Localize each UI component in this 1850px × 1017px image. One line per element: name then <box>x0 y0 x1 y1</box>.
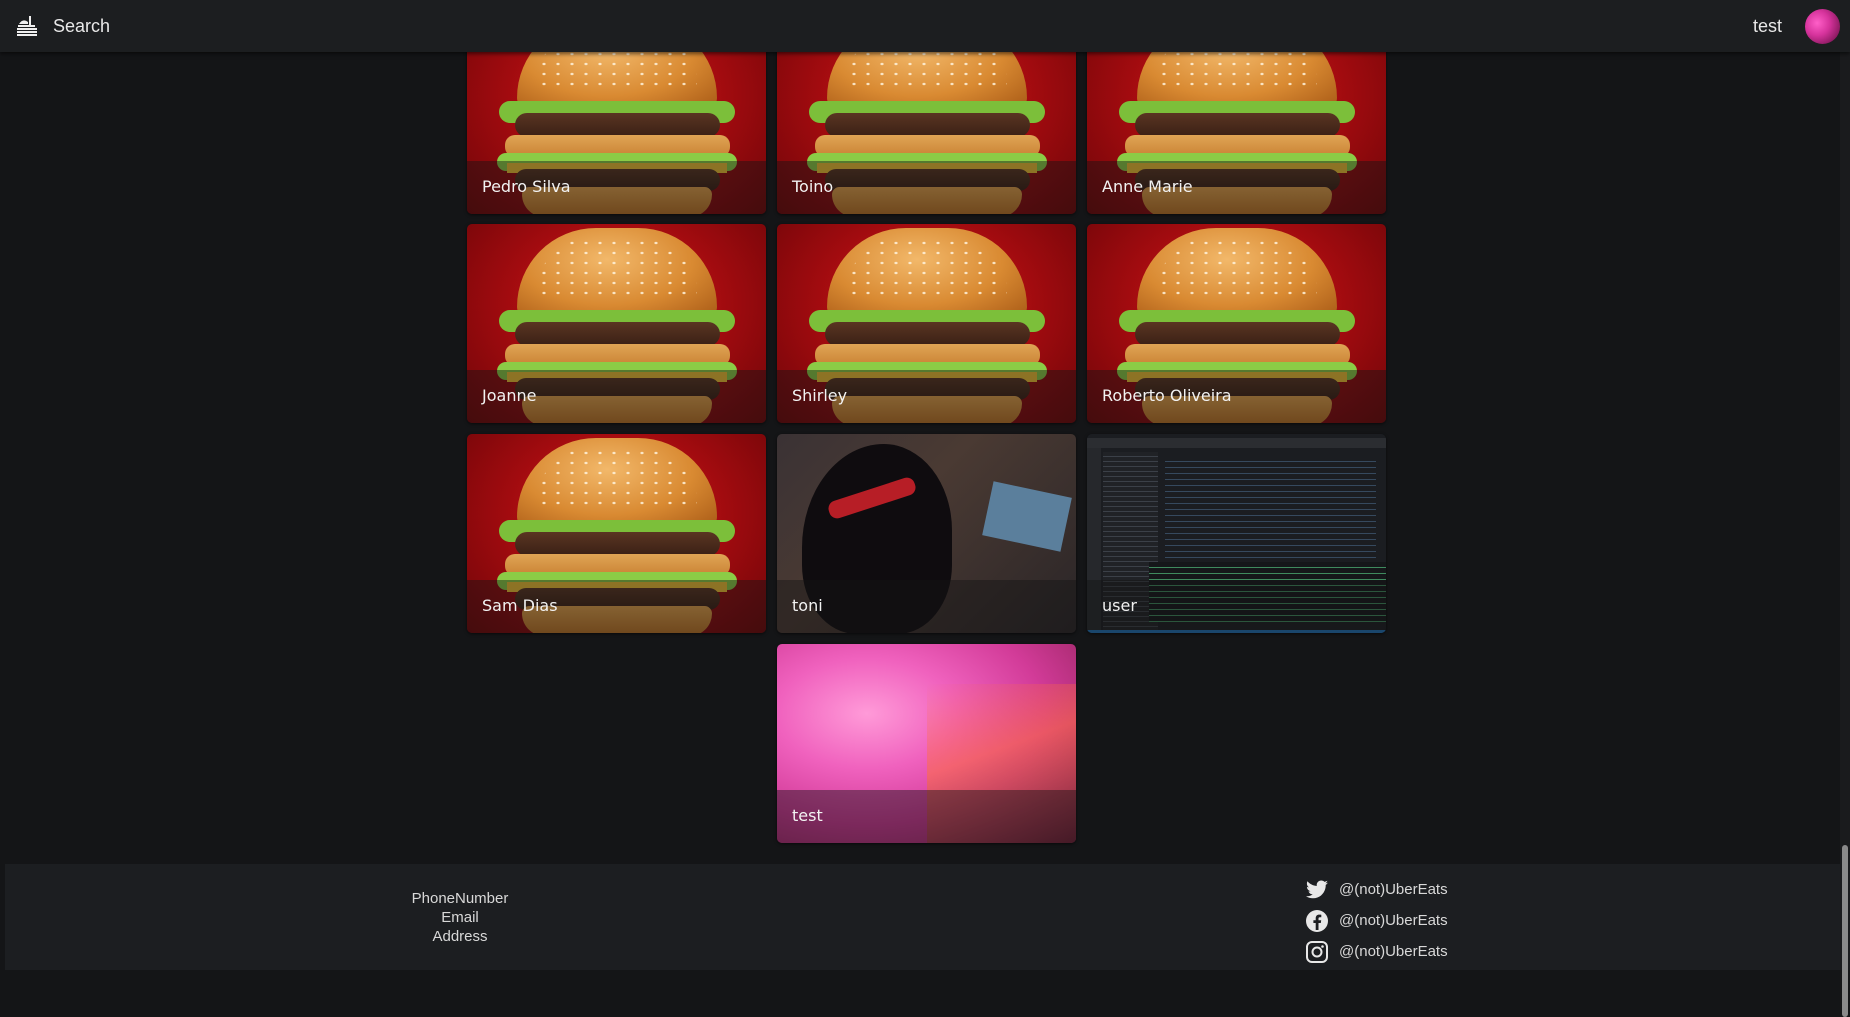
page-footer: PhoneNumber Email Address @(not)UberEats… <box>5 864 1840 970</box>
phone-number: PhoneNumber <box>411 890 509 907</box>
restaurant-name: user <box>1102 596 1137 615</box>
restaurant-name: test <box>792 806 823 825</box>
restaurant-name: Pedro Silva <box>482 177 571 196</box>
twitter-handle: @(not)UberEats <box>1339 881 1448 898</box>
instagram-handle: @(not)UberEats <box>1339 943 1448 960</box>
restaurant-name: toni <box>792 596 823 615</box>
contact-info: PhoneNumber Email Address <box>412 889 509 946</box>
restaurant-card[interactable]: toni <box>777 434 1076 633</box>
restaurant-card[interactable]: test <box>777 644 1076 843</box>
facebook-handle: @(not)UberEats <box>1339 912 1448 929</box>
search-link[interactable]: Search <box>53 16 110 37</box>
restaurant-card[interactable]: Shirley <box>777 224 1076 423</box>
address: Address <box>432 928 488 945</box>
social-links: @(not)UberEats @(not)UberEats @(not)Uber… <box>1305 874 1448 967</box>
restaurant-card[interactable]: Sam Dias <box>467 434 766 633</box>
scrollbar-thumb[interactable] <box>1842 845 1848 1017</box>
restaurant-card[interactable]: user <box>1087 434 1386 633</box>
facebook-icon <box>1306 909 1328 932</box>
restaurant-grid: Pedro Silva Toino Anne Marie Joanne Shir… <box>0 0 1850 860</box>
restaurant-name: Anne Marie <box>1102 177 1193 196</box>
email: Email <box>441 909 479 926</box>
user-name[interactable]: test <box>1753 16 1782 37</box>
social-link-twitter[interactable]: @(not)UberEats <box>1305 874 1448 905</box>
restaurant-name: Sam Dias <box>482 596 558 615</box>
top-navbar: Search test <box>0 0 1850 52</box>
restaurant-name: Joanne <box>482 386 537 405</box>
page-scrollbar[interactable] <box>1840 52 1850 1017</box>
restaurant-name: Shirley <box>792 386 848 405</box>
twitter-icon <box>1306 880 1328 898</box>
restaurant-name: Roberto Oliveira <box>1102 386 1232 405</box>
restaurant-card[interactable]: Roberto Oliveira <box>1087 224 1386 423</box>
user-avatar[interactable] <box>1805 9 1840 44</box>
restaurant-card[interactable]: Joanne <box>467 224 766 423</box>
social-link-facebook[interactable]: @(not)UberEats <box>1305 905 1448 936</box>
social-link-instagram[interactable]: @(not)UberEats <box>1305 936 1448 967</box>
instagram-icon <box>1306 940 1328 963</box>
restaurant-name: Toino <box>792 177 834 196</box>
restaurant-logo-icon[interactable] <box>14 13 40 39</box>
